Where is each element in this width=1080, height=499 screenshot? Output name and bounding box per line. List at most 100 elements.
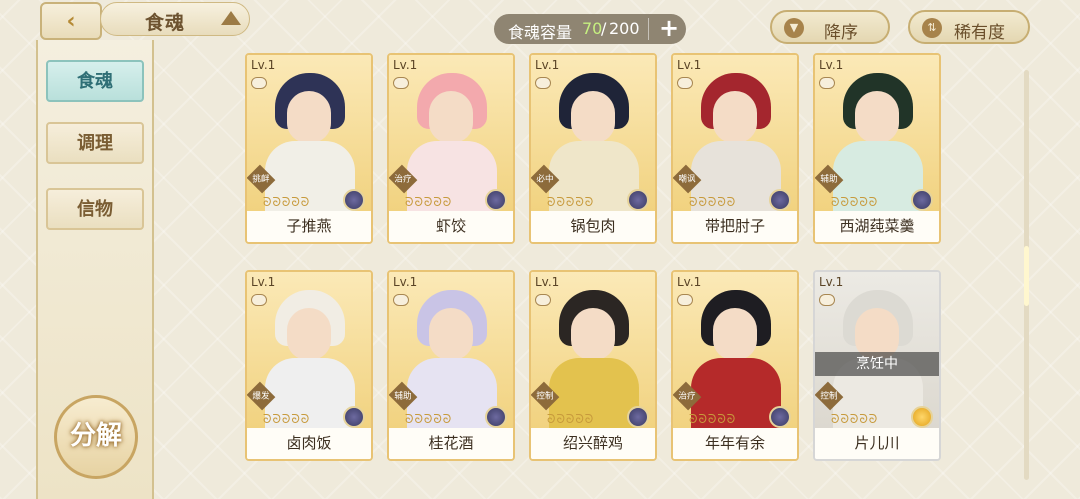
tab-tokens[interactable]: 信物 xyxy=(46,188,144,230)
triangle-down-icon: ▼ xyxy=(784,18,804,38)
scrollbar-thumb[interactable] xyxy=(1024,246,1029,306)
ellipsis-icon xyxy=(535,294,551,306)
ellipsis-icon xyxy=(819,294,835,306)
food-soul-name: 桂花酒 xyxy=(389,428,513,459)
food-soul-card[interactable]: Lv.1 爆发 ᘐᘐᘐᘐᘐ 卤肉饭 xyxy=(245,270,373,461)
level-label: Lv.1 xyxy=(819,58,844,72)
level-label: Lv.1 xyxy=(393,58,418,72)
decompose-button[interactable]: 分解 xyxy=(54,395,138,479)
food-soul-card[interactable]: Lv.1 挑衅 ᘐᘐᘐᘐᘐ 子推燕 xyxy=(245,53,373,244)
flower-emblem-icon xyxy=(485,406,507,428)
title-tab: 食魂 xyxy=(100,2,250,36)
food-soul-name: 带把肘子 xyxy=(673,211,797,242)
food-soul-name: 卤肉饭 xyxy=(247,428,371,459)
flower-emblem-icon xyxy=(911,406,933,428)
food-soul-name: 虾饺 xyxy=(389,211,513,242)
back-button[interactable]: ‹ xyxy=(40,2,102,40)
level-label: Lv.1 xyxy=(677,58,702,72)
level-label: Lv.1 xyxy=(251,275,276,289)
food-soul-name: 片儿川 xyxy=(815,428,939,459)
capacity-divider xyxy=(648,18,649,40)
capacity-bar: 食魂容量 70 / 200 + xyxy=(494,14,686,44)
star-rating: ᘐᘐᘐᘐᘐ xyxy=(547,412,595,426)
food-soul-name: 子推燕 xyxy=(247,211,371,242)
sort-order-button[interactable]: ▼ 降序 xyxy=(770,10,890,44)
level-label: Lv.1 xyxy=(535,275,560,289)
flower-emblem-icon xyxy=(485,189,507,211)
food-soul-card[interactable]: Lv.1 治疗 ᘐᘐᘐᘐᘐ 年年有余 xyxy=(671,270,799,461)
sort-arrows-icon: ⇅ xyxy=(922,18,942,38)
food-soul-name: 锅包肉 xyxy=(531,211,655,242)
ellipsis-icon xyxy=(251,294,267,306)
add-capacity-button[interactable]: + xyxy=(656,16,682,42)
character-face xyxy=(713,91,757,143)
character-face xyxy=(855,91,899,143)
role-label: 必中 xyxy=(536,173,554,184)
role-label: 治疗 xyxy=(678,390,696,401)
role-label: 爆发 xyxy=(252,390,270,401)
food-soul-card[interactable]: Lv.1 治疗 ᘐᘐᘐᘐᘐ 虾饺 xyxy=(387,53,515,244)
ellipsis-icon xyxy=(393,77,409,89)
role-label: 挑衅 xyxy=(252,173,270,184)
star-rating: ᘐᘐᘐᘐᘐ xyxy=(831,195,879,209)
star-rating: ᘐᘐᘐᘐᘐ xyxy=(263,412,311,426)
role-label: 辅助 xyxy=(820,173,838,184)
sort-rarity-button[interactable]: ⇅ 稀有度 xyxy=(908,10,1030,44)
flower-emblem-icon xyxy=(343,189,365,211)
page-title: 食魂 xyxy=(145,12,186,34)
food-soul-card[interactable]: Lv.1 辅助 ᘐᘐᘐᘐᘐ 西湖莼菜羹 xyxy=(813,53,941,244)
character-face xyxy=(571,308,615,360)
character-face xyxy=(287,91,331,143)
role-label: 控制 xyxy=(536,390,554,401)
capacity-current: 70 xyxy=(582,19,603,38)
level-label: Lv.1 xyxy=(819,275,844,289)
star-rating: ᘐᘐᘐᘐᘐ xyxy=(547,195,595,209)
sort-rarity-label: 稀有度 xyxy=(954,23,1005,43)
character-face xyxy=(429,91,473,143)
star-rating: ᘐᘐᘐᘐᘐ xyxy=(405,195,453,209)
star-rating: ᘐᘐᘐᘐᘐ xyxy=(689,195,737,209)
role-label: 治疗 xyxy=(394,173,412,184)
ellipsis-icon xyxy=(251,77,267,89)
tab-food-souls[interactable]: 食魂 xyxy=(46,60,144,102)
star-rating: ᘐᘐᘐᘐᘐ xyxy=(263,195,311,209)
ellipsis-icon xyxy=(677,77,693,89)
flower-emblem-icon xyxy=(911,189,933,211)
status-badge: 烹饪中 xyxy=(815,352,939,376)
star-rating: ᘐᘐᘐᘐᘐ xyxy=(831,412,879,426)
role-label: 嘲讽 xyxy=(678,173,696,184)
food-soul-name: 绍兴醉鸡 xyxy=(531,428,655,459)
capacity-separator: / xyxy=(601,19,607,38)
level-label: Lv.1 xyxy=(677,275,702,289)
star-rating: ᘐᘐᘐᘐᘐ xyxy=(689,412,737,426)
level-label: Lv.1 xyxy=(535,58,560,72)
flower-emblem-icon xyxy=(343,406,365,428)
flower-emblem-icon xyxy=(769,406,791,428)
role-label: 辅助 xyxy=(394,390,412,401)
flower-emblem-icon xyxy=(627,406,649,428)
role-label: 控制 xyxy=(820,390,838,401)
food-soul-card[interactable]: Lv.1 必中 ᘐᘐᘐᘐᘐ 锅包肉 xyxy=(529,53,657,244)
food-soul-name: 年年有余 xyxy=(673,428,797,459)
ellipsis-icon xyxy=(393,294,409,306)
ellipsis-icon xyxy=(677,294,693,306)
food-soul-name: 西湖莼菜羹 xyxy=(815,211,939,242)
level-label: Lv.1 xyxy=(251,58,276,72)
top-bar: ‹ 食魂 食魂容量 70 / 200 + ▼ 降序 ⇅ 稀有度 xyxy=(0,0,1080,44)
food-soul-card[interactable]: Lv.1 辅助 ᘐᘐᘐᘐᘐ 桂花酒 xyxy=(387,270,515,461)
capacity-max: 200 xyxy=(609,19,640,38)
character-face xyxy=(429,308,473,360)
food-soul-card[interactable]: Lv.1 控制 ᘐᘐᘐᘐᘐ 绍兴醉鸡 xyxy=(529,270,657,461)
roof-icon xyxy=(221,11,241,25)
ellipsis-icon xyxy=(535,77,551,89)
capacity-label: 食魂容量 xyxy=(508,23,573,42)
tab-conditioning[interactable]: 调理 xyxy=(46,122,144,164)
character-face xyxy=(713,308,757,360)
food-soul-card[interactable]: Lv.1 控制 ᘐᘐᘐᘐᘐ 烹饪中片儿川 xyxy=(813,270,941,461)
sort-order-label: 降序 xyxy=(824,23,858,43)
food-soul-card[interactable]: Lv.1 嘲讽 ᘐᘐᘐᘐᘐ 带把肘子 xyxy=(671,53,799,244)
star-rating: ᘐᘐᘐᘐᘐ xyxy=(405,412,453,426)
level-label: Lv.1 xyxy=(393,275,418,289)
flower-emblem-icon xyxy=(627,189,649,211)
character-face xyxy=(571,91,615,143)
